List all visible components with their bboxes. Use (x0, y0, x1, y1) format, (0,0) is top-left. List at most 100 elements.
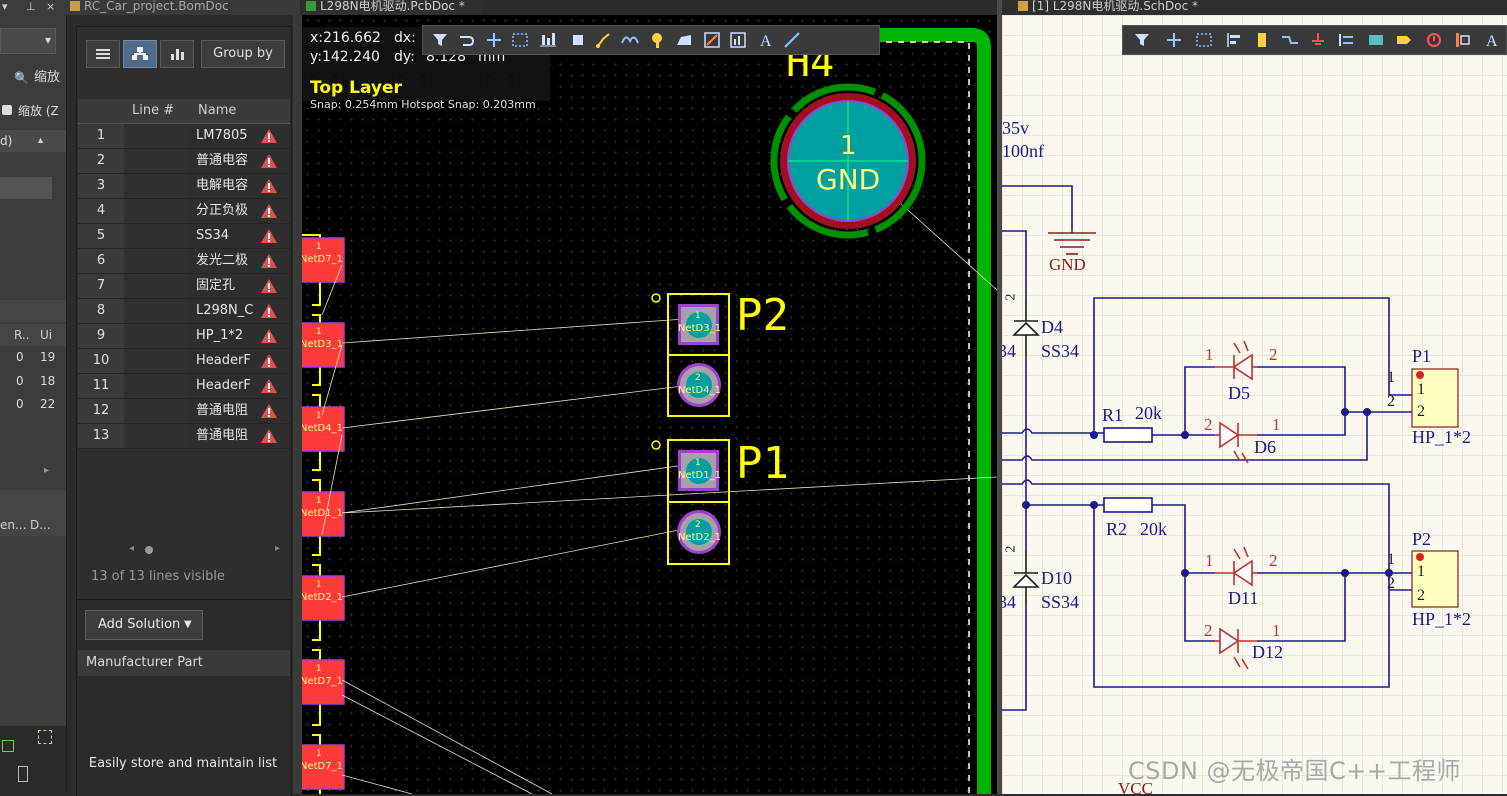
table-row[interactable]: 4 分正负极 (78, 199, 290, 224)
port-icon[interactable] (1395, 31, 1413, 49)
name-header[interactable]: Name (198, 103, 236, 118)
table-row[interactable]: 12 普通电阻 (78, 399, 290, 424)
filter-icon[interactable] (431, 31, 449, 49)
horizontal-scrollbar[interactable]: ▸ (0, 465, 56, 478)
horizontal-scrollbar[interactable]: ◂ ▸ (125, 543, 289, 557)
table-row[interactable]: 8 L298N_C (78, 299, 290, 324)
row-number: 5 (78, 224, 124, 248)
part-icon[interactable] (1253, 31, 1271, 49)
p1-footprint[interactable] (651, 439, 730, 565)
text-icon[interactable]: A (1483, 31, 1501, 49)
align-icon[interactable] (539, 31, 557, 49)
dimension-icon[interactable] (729, 31, 747, 49)
list-selected-row[interactable] (0, 177, 52, 199)
line-number-header[interactable]: Line # (132, 103, 174, 118)
schematic-canvas[interactable]: 35v 100nf GND 2 D4 34 SS34 2 D10 34 SS34… (1002, 15, 1507, 794)
manufacturer-part-header[interactable]: Manufacturer Part (78, 650, 290, 676)
scroll-thumb[interactable] (145, 546, 153, 554)
table-row[interactable]: 1 LM7805 (78, 124, 290, 149)
tree-view-button[interactable] (123, 40, 157, 68)
d11-led[interactable] (1215, 546, 1257, 587)
route-icon[interactable] (457, 31, 475, 49)
add-solution-button[interactable]: Add Solution ▼ (85, 610, 203, 640)
diff-pair-icon[interactable] (621, 31, 639, 49)
interactive-routing-icon[interactable] (595, 31, 613, 49)
chevron-right-icon[interactable]: ▸ (275, 543, 280, 554)
d10-diode-symbol[interactable] (1012, 550, 1040, 605)
warning-icon[interactable] (260, 378, 278, 394)
harness-icon[interactable] (1337, 31, 1355, 49)
panel-splitter[interactable] (293, 15, 302, 794)
no-erc-icon[interactable] (1425, 31, 1443, 49)
chevron-left-icon[interactable]: ◂ (129, 543, 134, 554)
warning-icon[interactable] (260, 428, 278, 444)
tab-schdoc[interactable]: [1] L298N电机驱动.SchDoc * (1002, 0, 1507, 15)
warning-icon[interactable] (260, 353, 278, 369)
d4-diode-symbol[interactable] (1012, 298, 1040, 355)
grid-icon[interactable] (38, 730, 52, 744)
d12-led[interactable] (1215, 627, 1257, 670)
line-icon[interactable] (783, 31, 801, 49)
component-icon[interactable] (569, 31, 587, 49)
warning-icon[interactable] (260, 328, 278, 344)
polygon-icon[interactable] (675, 31, 693, 49)
d5-led[interactable] (1215, 340, 1257, 381)
warning-icon[interactable] (260, 253, 278, 269)
warning-icon[interactable] (260, 153, 278, 169)
zoom-mode-combo[interactable]: ▾ (0, 28, 56, 54)
layer-icon[interactable] (2, 740, 14, 752)
table-row[interactable]: 0 19 (0, 346, 66, 368)
zoom-checkbox-row[interactable]: 缩放 (Z (0, 100, 66, 122)
table-row[interactable]: 5 SS34 (78, 224, 290, 249)
warning-icon[interactable] (260, 178, 278, 194)
table-row[interactable]: 13 普通电阻 (78, 424, 290, 449)
board-icon[interactable] (18, 766, 28, 782)
pcb-canvas[interactable]: H4 1 GND P2 P1 1 NetD3_1 2 NetD4_1 1 Net… (302, 15, 997, 794)
chart-view-button[interactable] (160, 40, 194, 68)
pin-icon[interactable]: ⊥ (26, 0, 36, 15)
p2-footprint[interactable] (651, 293, 730, 417)
r1-resistor[interactable] (1103, 427, 1153, 443)
sheet-symbol-icon[interactable] (1367, 31, 1385, 49)
via-icon[interactable] (649, 31, 667, 49)
h4-mounting-hole[interactable] (770, 83, 926, 239)
table-row[interactable]: 3 电解电容 (78, 174, 290, 199)
warning-icon[interactable] (260, 128, 278, 144)
zoom-row[interactable]: 🔍 缩放 (0, 67, 66, 89)
group-by-button[interactable]: Group by (201, 40, 285, 68)
directive-icon[interactable] (1453, 31, 1471, 49)
table-row[interactable]: 7 固定孔 (78, 274, 290, 299)
warning-icon[interactable] (260, 278, 278, 294)
chevron-right-icon[interactable]: ▸ (44, 465, 49, 476)
place-icon[interactable] (1165, 31, 1183, 49)
power-port-icon[interactable] (1309, 31, 1327, 49)
filter-icon[interactable] (1133, 31, 1151, 49)
select-icon[interactable] (511, 31, 529, 49)
r2-resistor[interactable] (1103, 497, 1153, 513)
mode-combo[interactable]: d) ▴ (0, 130, 66, 152)
table-row[interactable]: 2 普通电容 (78, 149, 290, 174)
align-icon[interactable] (1225, 31, 1243, 49)
wire-icon[interactable] (1281, 31, 1299, 49)
line-cell (125, 324, 187, 348)
table-row[interactable]: 10 HeaderF (78, 349, 290, 374)
select-icon[interactable] (1195, 31, 1213, 49)
place-icon[interactable] (485, 31, 503, 49)
list-view-button[interactable] (86, 40, 120, 68)
tab-bomdoc[interactable]: RC_Car_project.BomDoc (66, 0, 300, 15)
warning-icon[interactable] (260, 403, 278, 419)
warning-icon[interactable] (260, 228, 278, 244)
warning-icon[interactable] (260, 203, 278, 219)
warning-icon[interactable] (260, 303, 278, 319)
text-icon[interactable]: A (757, 31, 775, 49)
tab-pcbdoc[interactable]: L298N电机驱动.PcbDoc * (302, 0, 482, 15)
d6-led[interactable] (1215, 421, 1257, 464)
table-row[interactable]: 6 发光二极 (78, 249, 290, 274)
table-row[interactable]: 0 22 (0, 393, 66, 415)
checkbox-icon[interactable] (2, 105, 12, 115)
close-icon[interactable]: × (46, 0, 55, 15)
table-row[interactable]: 11 HeaderF (78, 374, 290, 399)
table-row[interactable]: 9 HP_1*2 (78, 324, 290, 349)
measure-icon[interactable] (703, 31, 721, 49)
table-row[interactable]: 0 18 (0, 370, 66, 392)
